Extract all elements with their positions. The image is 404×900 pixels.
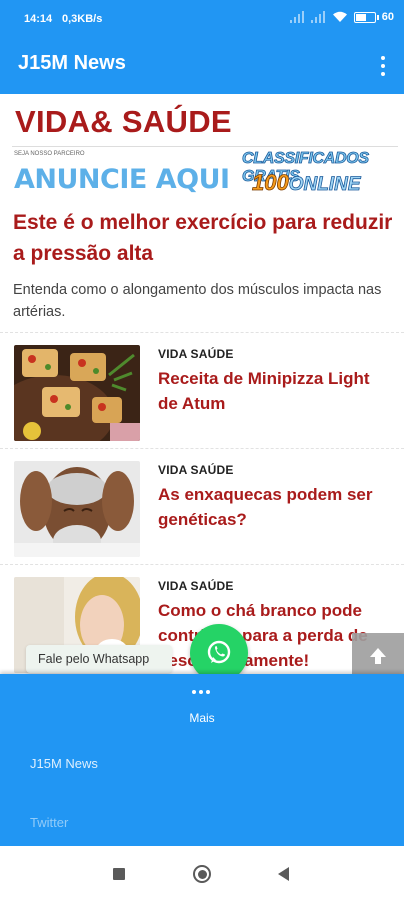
more-label: Mais: [189, 711, 215, 725]
more-menu-button[interactable]: Mais: [0, 674, 404, 734]
whatsapp-label[interactable]: Fale pelo Whatsapp: [26, 645, 172, 673]
article-category: VIDA SAÚDE: [158, 579, 234, 593]
battery-level: [355, 13, 366, 21]
divider: [12, 146, 398, 147]
arrow-up-icon: [370, 648, 386, 664]
bottom-drawer: J15M News Twitter: [0, 734, 404, 846]
scroll-top-button[interactable]: [352, 633, 404, 679]
more-horizontal-icon: [192, 690, 210, 694]
more-vertical-icon[interactable]: [380, 56, 386, 76]
article-category: VIDA SAÚDE: [158, 463, 234, 477]
back-icon[interactable]: [278, 867, 289, 881]
article-thumbnail[interactable]: [14, 461, 140, 557]
article-card[interactable]: VIDA SAÚDE Receita de Minipizza Light de…: [0, 332, 404, 448]
featured-summary: Entenda como o alongamento dos músculos …: [13, 282, 382, 320]
app-title: J15M News: [18, 52, 126, 74]
app-bar: J15M News: [0, 38, 404, 94]
home-icon[interactable]: [193, 865, 211, 883]
article-thumbnail[interactable]: [14, 345, 140, 441]
status-bar: 14:14 0,3KB/s 60: [0, 0, 404, 38]
logo-number: 100: [252, 170, 290, 196]
classifieds-logo: CLASSIFICADOS GRATIS 100ONLINE: [242, 150, 382, 196]
article-title[interactable]: Receita de Minipizza Light de Atum: [158, 366, 383, 416]
battery-percent: 60: [381, 11, 394, 23]
network-speed: 0,3KB/s: [62, 13, 103, 25]
signal-icon: [289, 11, 305, 23]
article-title[interactable]: As enxaquecas podem ser genéticas?: [158, 482, 383, 532]
article-card[interactable]: VIDA SAÚDE As enxaquecas podem ser genét…: [0, 448, 404, 564]
status-time: 14:14: [24, 13, 53, 25]
signal-icon: [310, 11, 326, 23]
drawer-item-home[interactable]: J15M News: [30, 756, 98, 771]
banner-small-text: SEJA NOSSO PARCEIRO: [14, 151, 85, 157]
article-category: VIDA SAÚDE: [158, 347, 234, 361]
recents-icon[interactable]: [113, 868, 125, 880]
section-title: VIDA& SAÚDE: [15, 104, 232, 139]
ad-banner[interactable]: SEJA NOSSO PARCEIRO ANUNCIE AQUI CLASSIF…: [12, 150, 386, 196]
news-content[interactable]: VIDA& SAÚDE SEJA NOSSO PARCEIRO ANUNCIE …: [0, 94, 404, 674]
whatsapp-icon: [207, 640, 231, 664]
featured-headline[interactable]: Este é o melhor exercício para reduzir a…: [13, 207, 393, 269]
status-icons: 60: [289, 11, 394, 23]
logo-word: ONLINE: [288, 174, 361, 196]
battery-icon: [353, 11, 379, 23]
system-nav-bar: [0, 846, 404, 900]
drawer-item-twitter[interactable]: Twitter: [30, 815, 68, 830]
wifi-icon: [332, 11, 347, 22]
banner-main-text: ANUNCIE AQUI: [14, 164, 230, 195]
